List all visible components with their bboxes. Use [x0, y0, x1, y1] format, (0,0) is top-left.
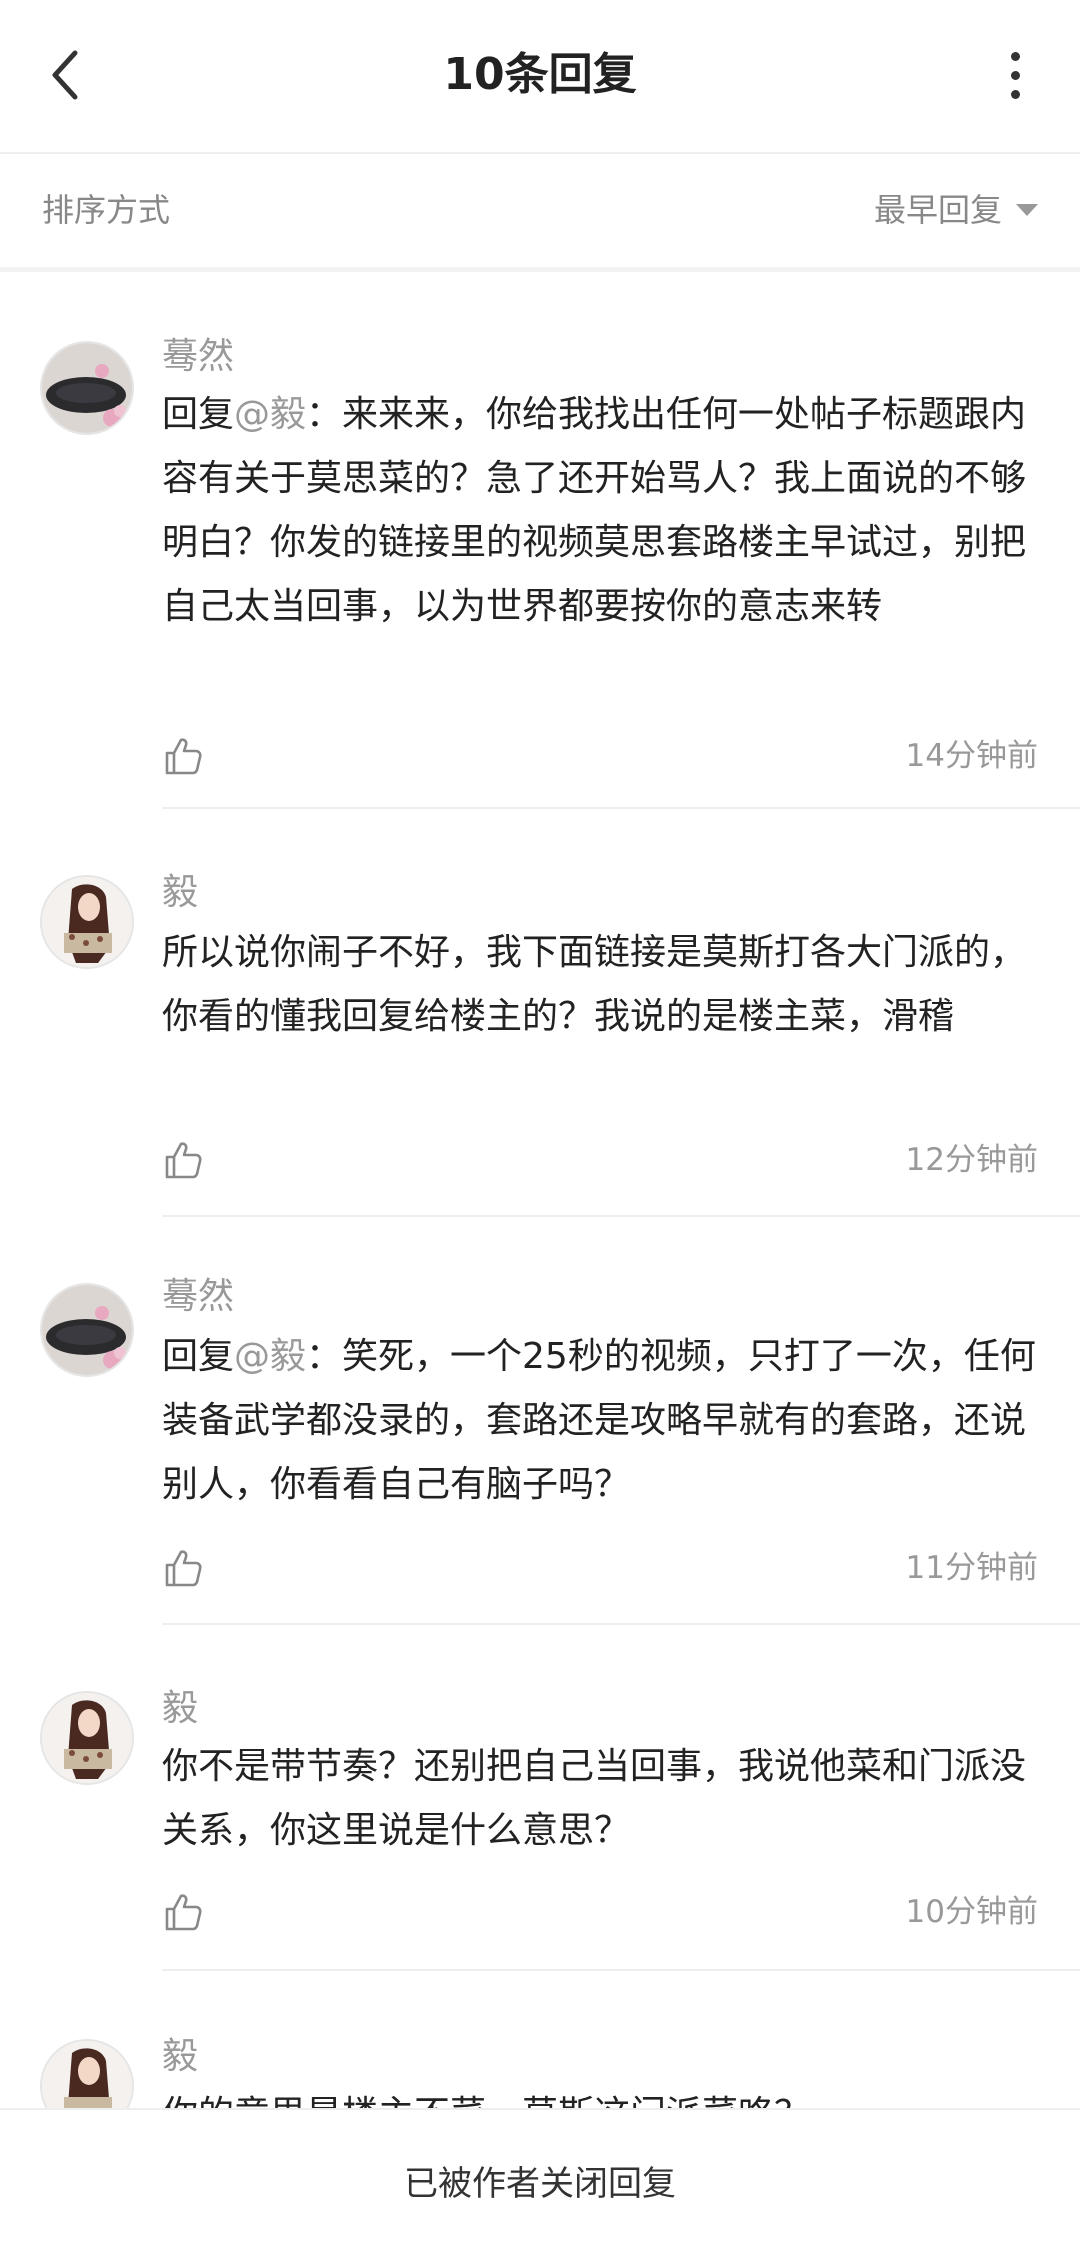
username[interactable]: 蓦然 [162, 1273, 234, 1321]
thumbs-up-icon[interactable] [162, 1891, 204, 1933]
more-button[interactable] [990, 45, 1040, 105]
reply-text: 所以说你闹子不好，我下面链接是莫斯打各大门派的，你看的懂我回复给楼主的？我说的是… [162, 932, 1027, 1037]
avatar[interactable] [40, 1283, 134, 1377]
divider [162, 1215, 1080, 1217]
sort-selected-value: 最早回复 [873, 191, 1002, 229]
thumbs-up-icon[interactable] [162, 1547, 204, 1589]
replies-closed-notice: 已被作者关闭回复 [0, 2108, 1080, 2250]
reply-content: 回复@毅：笑死，一个25秒的视频，只打了一次，任何装备武学都没录的，套路还是攻略… [162, 1325, 1042, 1517]
avatar[interactable] [40, 1691, 134, 1785]
username[interactable]: 毅 [162, 1685, 198, 1733]
avatar[interactable] [40, 341, 134, 435]
caret-down-icon [1016, 204, 1038, 216]
avatar[interactable] [40, 875, 134, 969]
reply-content: 所以说你闹子不好，我下面链接是莫斯打各大门派的，你看的懂我回复给楼主的？我说的是… [162, 921, 1042, 1049]
timestamp: 14分钟前 [905, 738, 1038, 774]
thumbs-up-icon[interactable] [162, 735, 204, 777]
sort-bar: 排序方式 最早回复 [0, 154, 1080, 272]
divider [162, 1969, 1080, 1971]
username[interactable]: 毅 [162, 869, 198, 917]
sort-label: 排序方式 [42, 191, 171, 229]
username[interactable]: 毅 [162, 2033, 198, 2081]
reply-prefix: 回复 [162, 394, 235, 435]
reply-content: 回复@毅：来来来，你给我找出任何一处帖子标题跟内容有关于莫思菜的？急了还开始骂人… [162, 383, 1042, 639]
sort-dropdown[interactable]: 最早回复 [874, 188, 1038, 232]
more-vertical-icon [1010, 51, 1020, 61]
top-bar: 10条回复 [0, 0, 1080, 154]
reply-prefix: 回复 [162, 1336, 235, 1377]
mention-link[interactable]: @毅 [234, 1336, 306, 1377]
reply-text: 你不是带节奏？还别把自己当回事，我说他菜和门派没关系，你这里说是什么意思？ [162, 1746, 1027, 1851]
username[interactable]: 蓦然 [162, 333, 234, 381]
divider [162, 1623, 1080, 1625]
reply-content: 你不是带节奏？还别把自己当回事，我说他菜和门派没关系，你这里说是什么意思？ [162, 1735, 1042, 1863]
divider [162, 807, 1080, 809]
page-title: 10条回复 [443, 49, 637, 100]
timestamp: 12分钟前 [905, 1142, 1038, 1178]
thumbs-up-icon[interactable] [162, 1139, 204, 1181]
mention-link[interactable]: @毅 [234, 394, 306, 435]
timestamp: 11分钟前 [905, 1550, 1038, 1586]
timestamp: 10分钟前 [905, 1894, 1038, 1930]
